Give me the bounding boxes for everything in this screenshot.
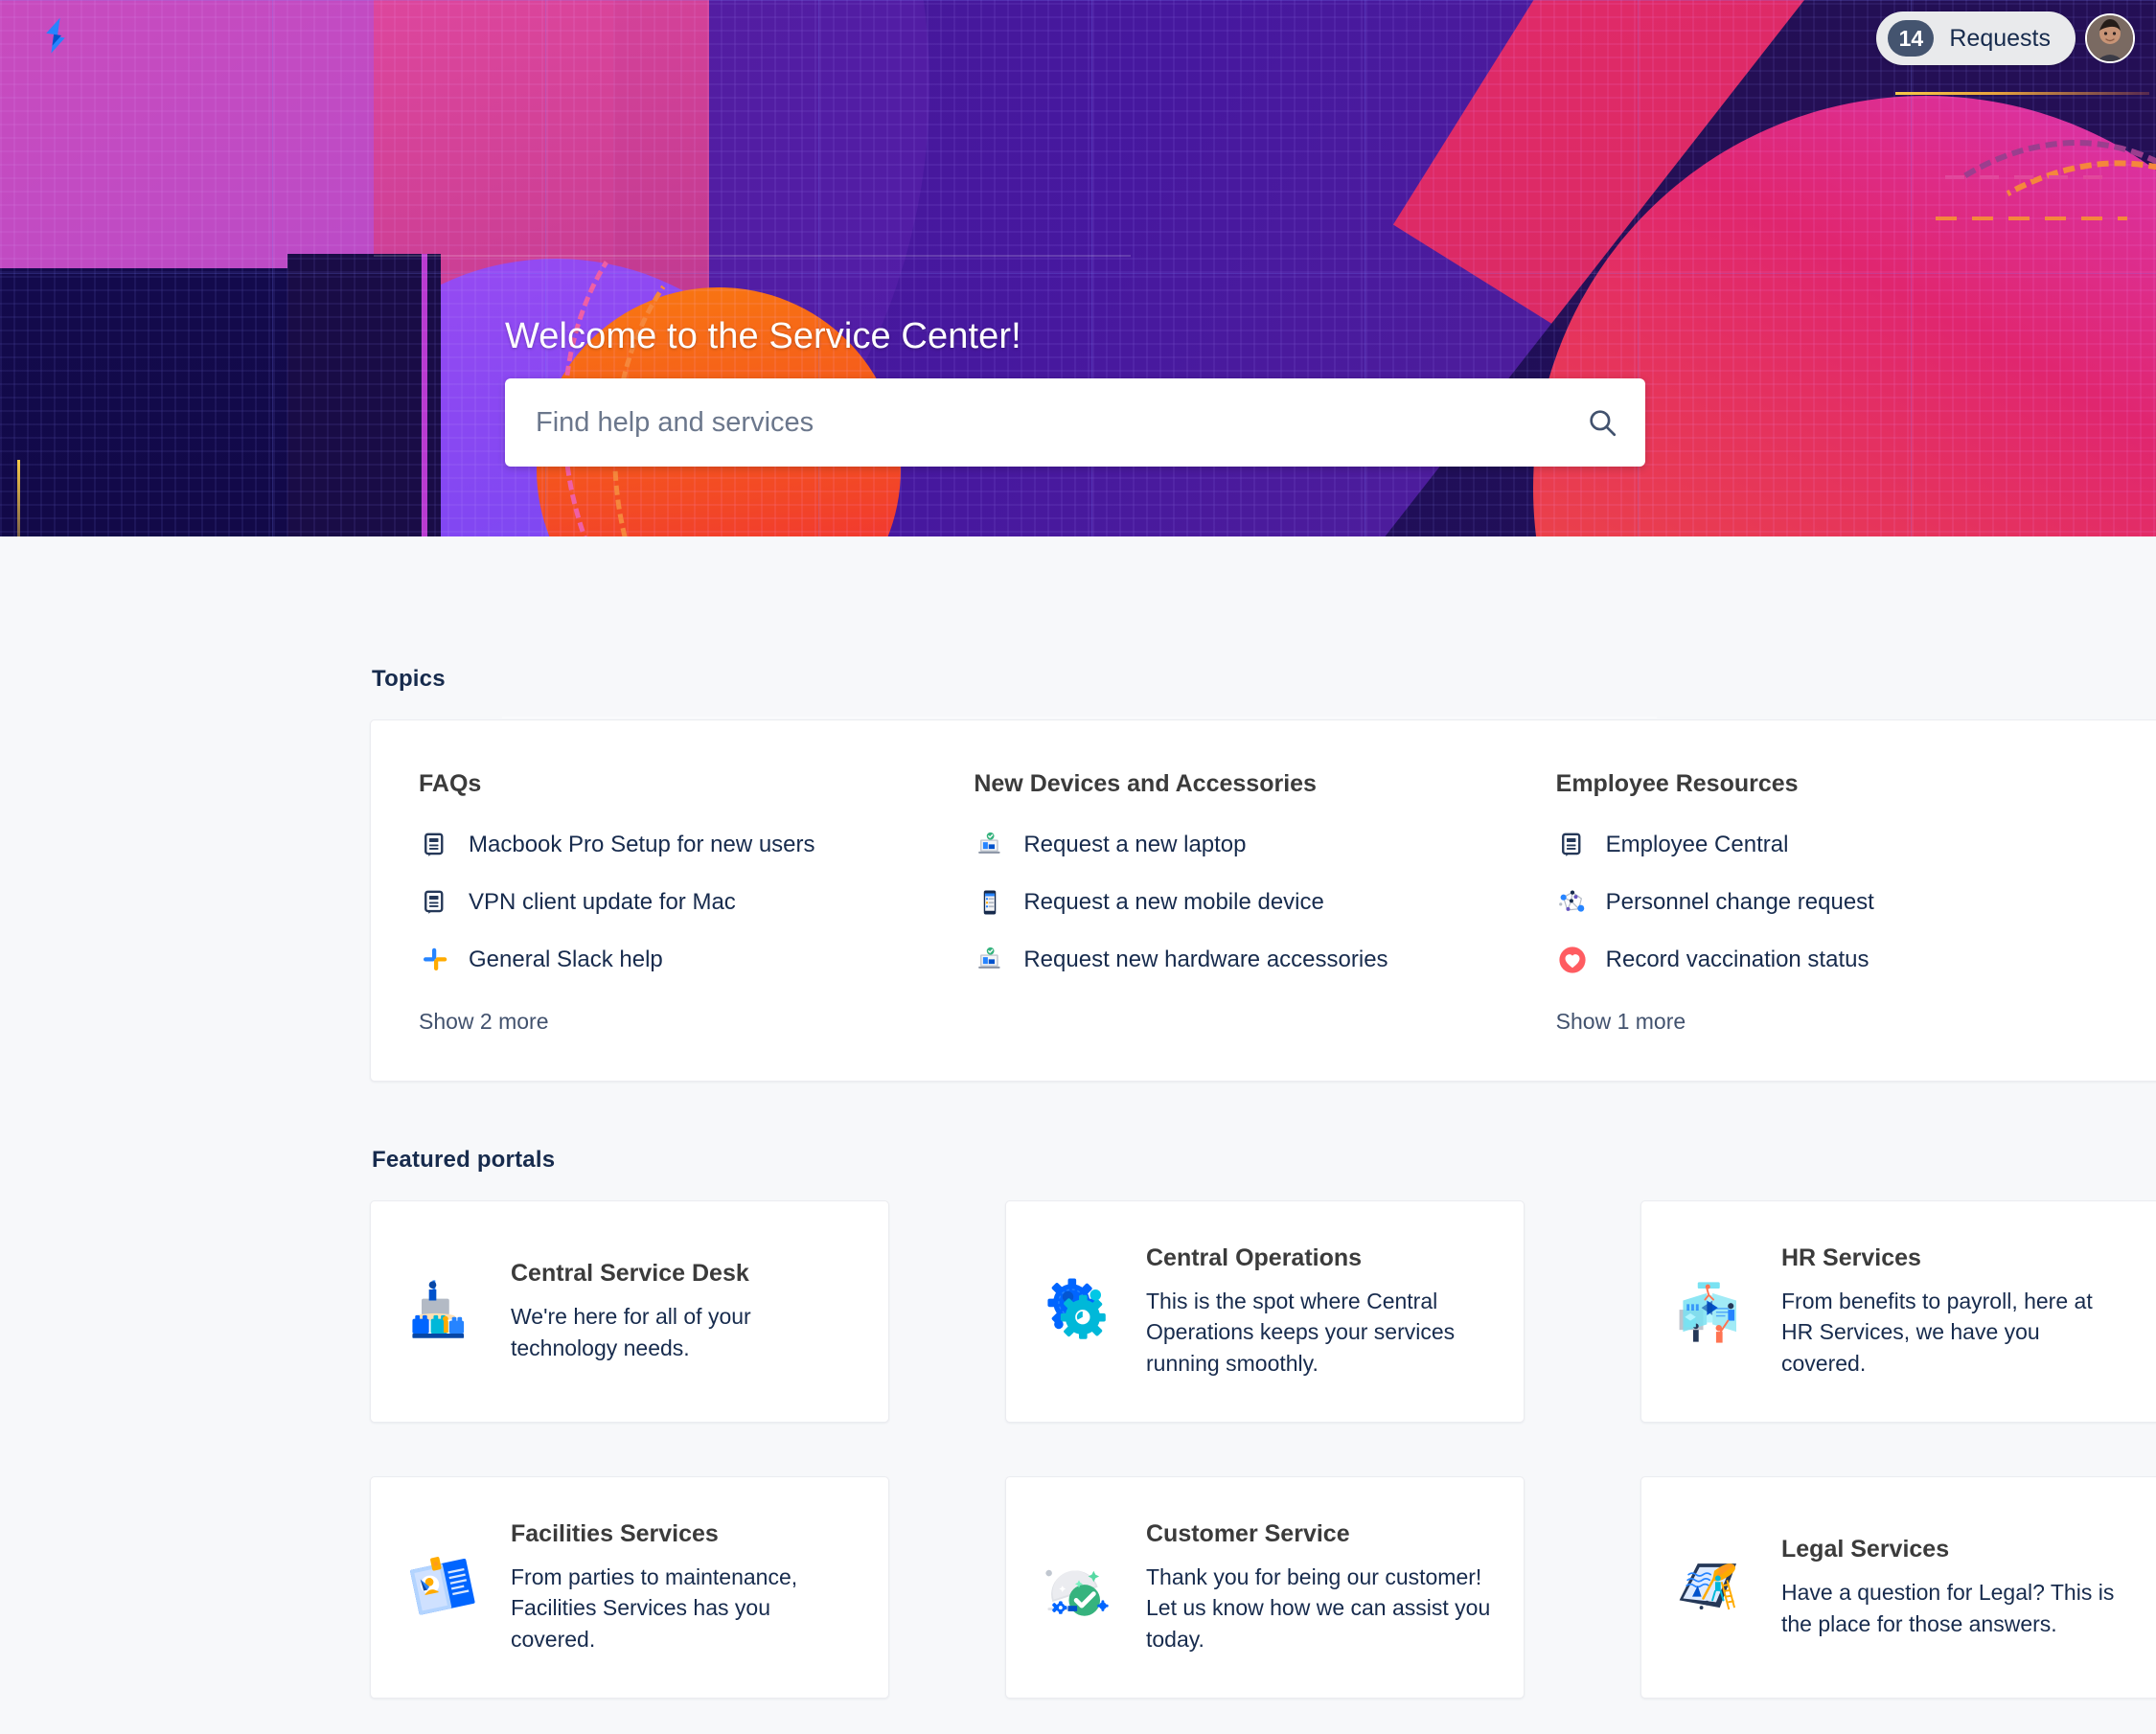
topic-column-heading: Employee Resources xyxy=(1555,770,1799,797)
section-divider xyxy=(502,717,1657,719)
portal-card-customer-service[interactable]: Customer Service Thank you for being our… xyxy=(1005,1476,1525,1699)
topics-column-new-devices: New Devices and Accessories Request a ne… xyxy=(974,770,1555,1035)
topic-item-label: Request new hardware accessories xyxy=(1023,947,1388,972)
page-title: Welcome to the Service Center! xyxy=(505,316,1021,356)
topic-column-heading: New Devices and Accessories xyxy=(974,770,1317,797)
slack-icon xyxy=(419,944,451,976)
page-body: Topics FAQs Macbook Pro Setup for new us… xyxy=(0,666,2156,1734)
show-more-faqs[interactable]: Show 2 more xyxy=(419,1009,549,1035)
topics-card: FAQs Macbook Pro Setup for new users VPN… xyxy=(370,719,2156,1082)
portal-card-title: Central Operations xyxy=(1146,1243,1363,1271)
hr-people-panels-illustration-icon xyxy=(1668,1266,1760,1358)
portal-card-hr-services[interactable]: HR Services From benefits to payroll, he… xyxy=(1640,1200,2156,1423)
portal-card-description: This is the spot where Central Operation… xyxy=(1146,1288,1456,1376)
topic-item-label: Employee Central xyxy=(1605,832,1789,857)
legal-quill-tablet-illustration-icon xyxy=(1668,1541,1760,1633)
featured-portals-section-title: Featured portals xyxy=(372,1147,556,1173)
topic-item-label: VPN client update for Mac xyxy=(469,889,736,915)
search-box[interactable] xyxy=(505,378,1645,467)
portal-card-central-operations[interactable]: Central Operations This is the spot wher… xyxy=(1005,1200,1525,1423)
heart-health-icon xyxy=(1556,944,1589,976)
laptop-icon xyxy=(974,829,1006,861)
topic-item-label: Request a new mobile device xyxy=(1023,889,1324,915)
topics-section-title: Topics xyxy=(372,666,446,692)
show-more-employee-resources[interactable]: Show 1 more xyxy=(1556,1009,1686,1035)
service-desk-blocks-illustration-icon xyxy=(398,1266,490,1358)
topic-column-heading: FAQs xyxy=(419,770,482,797)
search-icon[interactable] xyxy=(1586,406,1618,439)
knowledge-article-icon xyxy=(419,886,451,919)
hero-top-right-controls: 14 Requests xyxy=(1876,11,2135,65)
portal-card-title: Facilities Services xyxy=(511,1519,719,1547)
search-input[interactable] xyxy=(536,406,1586,439)
topic-item-general-slack-help[interactable]: General Slack help xyxy=(419,944,954,976)
hero-banner: 14 Requests Welcome to the Service Cente… xyxy=(0,0,2156,536)
topic-item-request-new-hardware-accessories[interactable]: Request new hardware accessories xyxy=(974,944,1536,976)
topic-item-label: Personnel change request xyxy=(1605,889,1874,915)
gears-illustration-icon xyxy=(1033,1266,1125,1358)
hero-content: Welcome to the Service Center! xyxy=(505,316,1645,467)
topic-item-label: Record vaccination status xyxy=(1605,947,1869,972)
laptop-icon xyxy=(974,944,1006,976)
network-nodes-icon xyxy=(1556,886,1589,919)
topic-item-request-new-laptop[interactable]: Request a new laptop xyxy=(974,829,1536,861)
topic-item-label: Macbook Pro Setup for new users xyxy=(469,832,815,857)
avatar[interactable] xyxy=(2085,13,2135,63)
featured-portals-grid: Central Service Desk We're here for all … xyxy=(370,1200,2156,1734)
topic-item-request-new-mobile-device[interactable]: Request a new mobile device xyxy=(974,886,1536,919)
facilities-badge-illustration-icon xyxy=(398,1541,490,1633)
portal-card-legal-services[interactable]: Legal Services Have a question for Legal… xyxy=(1640,1476,2156,1699)
topic-item-label: Request a new laptop xyxy=(1023,832,1247,857)
topic-item-vpn-client-update[interactable]: VPN client update for Mac xyxy=(419,886,954,919)
requests-label: Requests xyxy=(1949,24,2051,52)
knowledge-article-icon xyxy=(1556,829,1589,861)
topic-item-label: General Slack help xyxy=(469,947,663,972)
topic-item-employee-central[interactable]: Employee Central xyxy=(1556,829,2092,861)
portal-card-title: HR Services xyxy=(1781,1243,1921,1271)
portal-card-title: Customer Service xyxy=(1146,1519,1350,1547)
requests-count-badge: 14 xyxy=(1888,20,1935,57)
topics-column-employee-resources: Employee Resources Employee Central Pers… xyxy=(1556,770,2111,1035)
portal-card-title: Central Service Desk xyxy=(511,1259,749,1287)
topic-item-record-vaccination-status[interactable]: Record vaccination status xyxy=(1556,944,2092,976)
customer-service-cloche-illustration-icon xyxy=(1033,1541,1125,1633)
knowledge-article-icon xyxy=(419,829,451,861)
jira-service-management-logo-icon[interactable] xyxy=(33,13,77,57)
portal-card-description: Have a question for Legal? This is the p… xyxy=(1781,1579,2115,1636)
topic-item-macbook-pro-setup[interactable]: Macbook Pro Setup for new users xyxy=(419,829,954,861)
portal-card-description: Thank you for being our customer! Let us… xyxy=(1146,1563,1491,1652)
portal-card-title: Legal Services xyxy=(1781,1535,1950,1563)
portal-card-description: From benefits to payroll, here at HR Ser… xyxy=(1781,1288,2093,1376)
portal-card-description: We're here for all of your technology ne… xyxy=(511,1303,751,1360)
portal-card-facilities-services[interactable]: Facilities Services From parties to main… xyxy=(370,1476,889,1699)
requests-button[interactable]: 14 Requests xyxy=(1876,11,2076,65)
portal-card-description: From parties to maintenance, Facilities … xyxy=(511,1563,798,1652)
mobile-device-icon xyxy=(974,886,1006,919)
topics-column-faqs: FAQs Macbook Pro Setup for new users VPN… xyxy=(419,770,974,1035)
portal-card-central-service-desk[interactable]: Central Service Desk We're here for all … xyxy=(370,1200,889,1423)
topic-item-personnel-change-request[interactable]: Personnel change request xyxy=(1556,886,2092,919)
